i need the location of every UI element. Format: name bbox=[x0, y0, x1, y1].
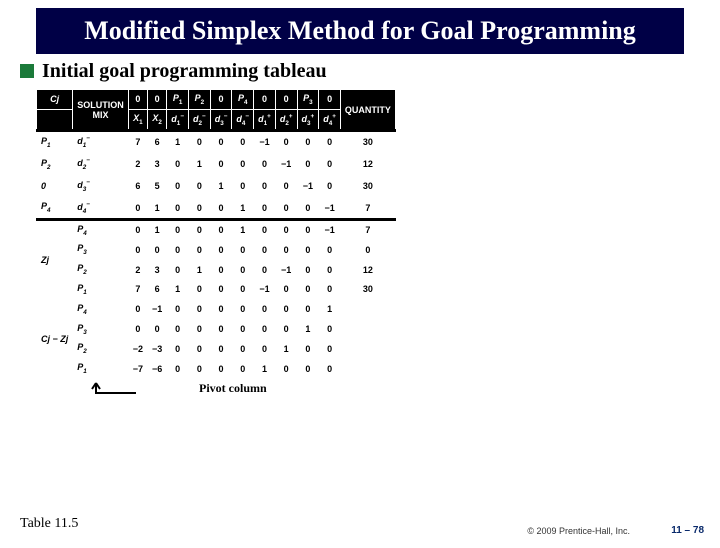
cz-rows: Cj − ZjP40−100000001P30000000010P2−2−300… bbox=[37, 299, 396, 378]
tableau-table: Cj SOLUTIONMIX 0 0 P1 P2 0 P4 0 0 P3 0 Q… bbox=[36, 89, 396, 379]
subheading-text: Initial goal programming tableau bbox=[42, 60, 327, 82]
cj-5: P4 bbox=[232, 89, 254, 109]
h-d2p: d2+ bbox=[275, 109, 297, 131]
table-row: P300000000000 bbox=[37, 240, 396, 260]
cj-6: 0 bbox=[254, 89, 276, 109]
h-d1p: d1+ bbox=[254, 109, 276, 131]
cj-7: 0 bbox=[275, 89, 297, 109]
pivot-column-label: Pivot column bbox=[36, 381, 720, 403]
zj-rows: ZjP4010001000−17P300000000000P22301000−1… bbox=[37, 219, 396, 299]
cj-4: 0 bbox=[210, 89, 232, 109]
cj-8: P3 bbox=[297, 89, 319, 109]
cj-0: 0 bbox=[128, 89, 147, 109]
bullet-icon bbox=[20, 64, 34, 78]
page-title: Modified Simplex Method for Goal Program… bbox=[36, 8, 684, 54]
table-row: 0d3−65001000−1030 bbox=[37, 175, 396, 197]
h-d3m: d3− bbox=[210, 109, 232, 131]
table-row: P22301000−10012 bbox=[37, 260, 396, 280]
cj-label: Cj bbox=[37, 89, 73, 109]
quantity-header: QUANTITY bbox=[340, 89, 395, 131]
table-row: Cj − ZjP40−100000001 bbox=[37, 299, 396, 319]
table-row: P30000000010 bbox=[37, 319, 396, 339]
table-row: ZjP4010001000−17 bbox=[37, 219, 396, 240]
cj-1: 0 bbox=[148, 89, 167, 109]
pivot-arrow-icon bbox=[36, 381, 156, 403]
cj-row: Cj SOLUTIONMIX 0 0 P1 P2 0 P4 0 0 P3 0 Q… bbox=[37, 89, 396, 109]
table-row: P1d1−761000−100030 bbox=[37, 131, 396, 153]
h-d1m: d1− bbox=[167, 109, 189, 131]
table-row: P4d4−010001000−17 bbox=[37, 197, 396, 219]
cj-3: P2 bbox=[189, 89, 211, 109]
table-row: P1−7−600001000 bbox=[37, 359, 396, 379]
cj-2: P1 bbox=[167, 89, 189, 109]
table-row: P2−2−300000100 bbox=[37, 339, 396, 359]
table-row: P1761000−100030 bbox=[37, 280, 396, 300]
blank-head bbox=[37, 109, 73, 131]
slide-number: 11 – 78 bbox=[671, 525, 704, 536]
h-d2m: d2− bbox=[189, 109, 211, 131]
subheading: Initial goal programming tableau bbox=[20, 60, 700, 83]
table-caption: Table 11.5 bbox=[20, 516, 78, 532]
h-X2: X2 bbox=[148, 109, 167, 131]
h-d4m: d4− bbox=[232, 109, 254, 131]
basis-rows: P1d1−761000−100030P2d2−2301000−100120d3−… bbox=[37, 131, 396, 219]
table-row: P2d2−2301000−10012 bbox=[37, 153, 396, 175]
solution-mix-header: SOLUTIONMIX bbox=[73, 89, 129, 131]
h-X1: X1 bbox=[128, 109, 147, 131]
copyright: © 2009 Prentice-Hall, Inc. bbox=[527, 526, 630, 536]
h-d3p: d3+ bbox=[297, 109, 319, 131]
cj-9: 0 bbox=[319, 89, 341, 109]
h-d4p: d4+ bbox=[319, 109, 341, 131]
pivot-text: Pivot column bbox=[199, 381, 267, 395]
